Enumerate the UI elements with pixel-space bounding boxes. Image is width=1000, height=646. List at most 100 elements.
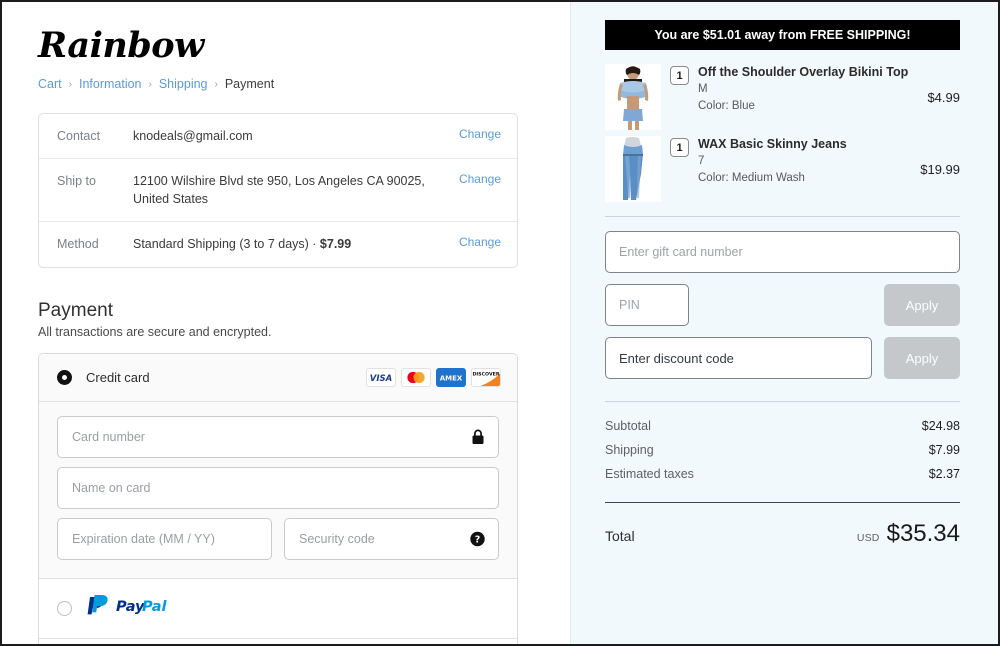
- gift-card-number-input[interactable]: Enter gift card number: [605, 231, 960, 273]
- breadcrumb-item-cart[interactable]: Cart: [38, 77, 62, 91]
- change-shipto-link[interactable]: Change: [459, 172, 501, 186]
- order-info-row-method: Method Standard Shipping (3 to 7 days) ·…: [39, 222, 517, 266]
- contact-value: knodeals@gmail.com: [133, 129, 253, 143]
- breadcrumb-item-shipping[interactable]: Shipping: [159, 77, 208, 91]
- credit-card-radio[interactable]: [57, 369, 72, 385]
- svg-text:?: ?: [475, 534, 481, 545]
- order-summary-sidebar: You are $51.01 away from FREE SHIPPING!: [570, 2, 998, 644]
- amex-icon: AMEX: [436, 367, 466, 387]
- card-expiry-cvc-row: Expiration date (MM / YY) Security code …: [57, 517, 499, 560]
- totals-divider: [605, 401, 960, 402]
- credit-card-label: Credit card: [86, 369, 150, 385]
- accepted-card-brands: VISA AMEX DISCOVER: [366, 367, 501, 387]
- item-variant: M: [698, 82, 708, 95]
- subtotal-label: Subtotal: [605, 419, 651, 433]
- payment-section-subtitle: All transactions are secure and encrypte…: [38, 324, 272, 339]
- taxes-row: Estimated taxes $2.37: [605, 462, 960, 486]
- checkout-page: Rainbow Cart › Information › Shipping › …: [0, 0, 1000, 646]
- change-contact-link[interactable]: Change: [459, 127, 501, 141]
- expiration-date-placeholder: Expiration date (MM / YY): [72, 531, 215, 546]
- lock-icon: [471, 429, 485, 445]
- breadcrumb-item-payment: Payment: [224, 77, 275, 91]
- discover-icon: DISCOVER: [471, 367, 501, 387]
- item-details: Off the Shoulder Overlay Bikini Top M Co…: [698, 64, 919, 115]
- method-value-price: $7.99: [319, 237, 352, 252]
- item-variant: 7: [698, 154, 705, 167]
- visa-icon: VISA: [366, 367, 396, 387]
- apply-discount-button[interactable]: Apply: [884, 337, 960, 379]
- summary-line-item: 1 WAX Basic Skinny Jeans 7 Color: Medium…: [605, 136, 960, 202]
- total-amount-group: USD $35.34: [857, 520, 960, 548]
- name-on-card-placeholder: Name on card: [72, 480, 151, 495]
- breadcrumb-item-information[interactable]: Information: [79, 77, 142, 91]
- svg-text:Pay: Pay: [116, 599, 145, 615]
- help-question-icon[interactable]: ?: [470, 531, 485, 546]
- svg-text:Pal: Pal: [142, 599, 167, 615]
- mastercard-icon: [401, 367, 431, 387]
- gift-card-number-placeholder: Enter gift card number: [619, 245, 743, 259]
- svg-text:VISA: VISA: [370, 374, 392, 384]
- item-price: $4.99: [927, 89, 960, 105]
- total-currency: USD: [856, 532, 880, 544]
- grand-total-divider: [605, 502, 960, 503]
- gift-card-pin-row: PIN Apply: [605, 284, 960, 326]
- item-details: WAX Basic Skinny Jeans 7 Color: Medium W…: [698, 136, 912, 187]
- discount-code-input[interactable]: Enter discount code: [605, 337, 872, 379]
- security-code-placeholder: Security code: [299, 531, 375, 546]
- shipping-row: Shipping $7.99: [605, 438, 960, 462]
- item-name: WAX Basic Skinny Jeans: [698, 137, 847, 151]
- discount-code-row: Enter discount code Apply: [605, 337, 960, 379]
- item-quantity-badge: 1: [670, 66, 689, 85]
- method-value: Standard Shipping (3 to 7 days) · $7.99: [133, 235, 459, 253]
- breadcrumb-separator-icon: ›: [68, 78, 72, 90]
- payment-method-klarna[interactable]: Klarna - Flexible payments Klarna.: [39, 637, 517, 644]
- credit-card-form: Card number Name on card Expiration date…: [39, 401, 517, 578]
- contact-label: Contact: [57, 129, 101, 143]
- breadcrumb-separator-icon: ›: [148, 78, 152, 90]
- shipping-label: Shipping: [605, 443, 654, 457]
- total-label: Total: [605, 528, 635, 544]
- order-info-card: Contact knodeals@gmail.com Change Ship t…: [38, 113, 518, 268]
- item-price: $19.99: [920, 161, 960, 177]
- total-amount: $35.34: [886, 520, 960, 547]
- grand-total-row: Total USD $35.34: [605, 517, 960, 548]
- payment-method-paypal[interactable]: Pay Pal: [39, 577, 517, 638]
- subtotal-row: Subtotal $24.98: [605, 414, 960, 438]
- svg-text:DISCOVER: DISCOVER: [472, 371, 499, 377]
- item-quantity-badge: 1: [670, 138, 689, 157]
- expiration-date-field[interactable]: Expiration date (MM / YY): [57, 517, 272, 560]
- card-number-placeholder: Card number: [72, 429, 145, 444]
- free-shipping-banner: You are $51.01 away from FREE SHIPPING!: [605, 20, 960, 50]
- payment-method-credit-card[interactable]: Credit card VISA AMEX DISCOVER: [39, 353, 517, 402]
- store-logo[interactable]: Rainbow: [38, 28, 518, 63]
- summary-line-item: 1 Off the Shoulder Overlay Bikini Top M …: [605, 64, 960, 130]
- change-method-link[interactable]: Change: [459, 235, 501, 249]
- taxes-label: Estimated taxes: [605, 467, 694, 481]
- order-info-row-contact: Contact knodeals@gmail.com Change: [39, 114, 517, 160]
- discount-code-value: Enter discount code: [619, 350, 734, 366]
- security-code-field[interactable]: Security code ?: [284, 517, 499, 560]
- name-on-card-field[interactable]: Name on card: [57, 466, 499, 509]
- item-color: Color: Blue: [698, 100, 755, 113]
- gift-card-pin-input[interactable]: PIN: [605, 284, 689, 326]
- payment-section-title: Payment: [38, 299, 113, 321]
- order-info-row-shipto: Ship to 12100 Wilshire Blvd ste 950, Los…: [39, 159, 517, 223]
- bikini-top-thumbnail: [605, 64, 661, 130]
- apply-gift-card-button[interactable]: Apply: [884, 284, 960, 326]
- breadcrumb: Cart › Information › Shipping › Payment: [38, 77, 518, 91]
- shipping-value: $7.99: [928, 443, 960, 457]
- gift-card-pin-placeholder: PIN: [619, 298, 640, 312]
- breadcrumb-separator-icon: ›: [214, 78, 218, 90]
- payment-methods-card: Credit card VISA AMEX DISCOVER Card numb…: [38, 352, 518, 644]
- shipto-value: 12100 Wilshire Blvd ste 950, Los Angeles…: [133, 174, 425, 207]
- item-name: Off the Shoulder Overlay Bikini Top: [698, 65, 909, 79]
- card-number-field[interactable]: Card number: [57, 415, 499, 458]
- item-color: Color: Medium Wash: [698, 172, 805, 185]
- skinny-jeans-thumbnail: [605, 136, 661, 202]
- paypal-radio[interactable]: [57, 600, 72, 616]
- shipto-label: Ship to: [57, 174, 96, 189]
- method-value-text: Standard Shipping (3 to 7 days) ·: [133, 237, 320, 252]
- subtotal-value: $24.98: [921, 419, 960, 433]
- svg-text:AMEX: AMEX: [440, 374, 463, 382]
- summary-divider: [605, 216, 960, 217]
